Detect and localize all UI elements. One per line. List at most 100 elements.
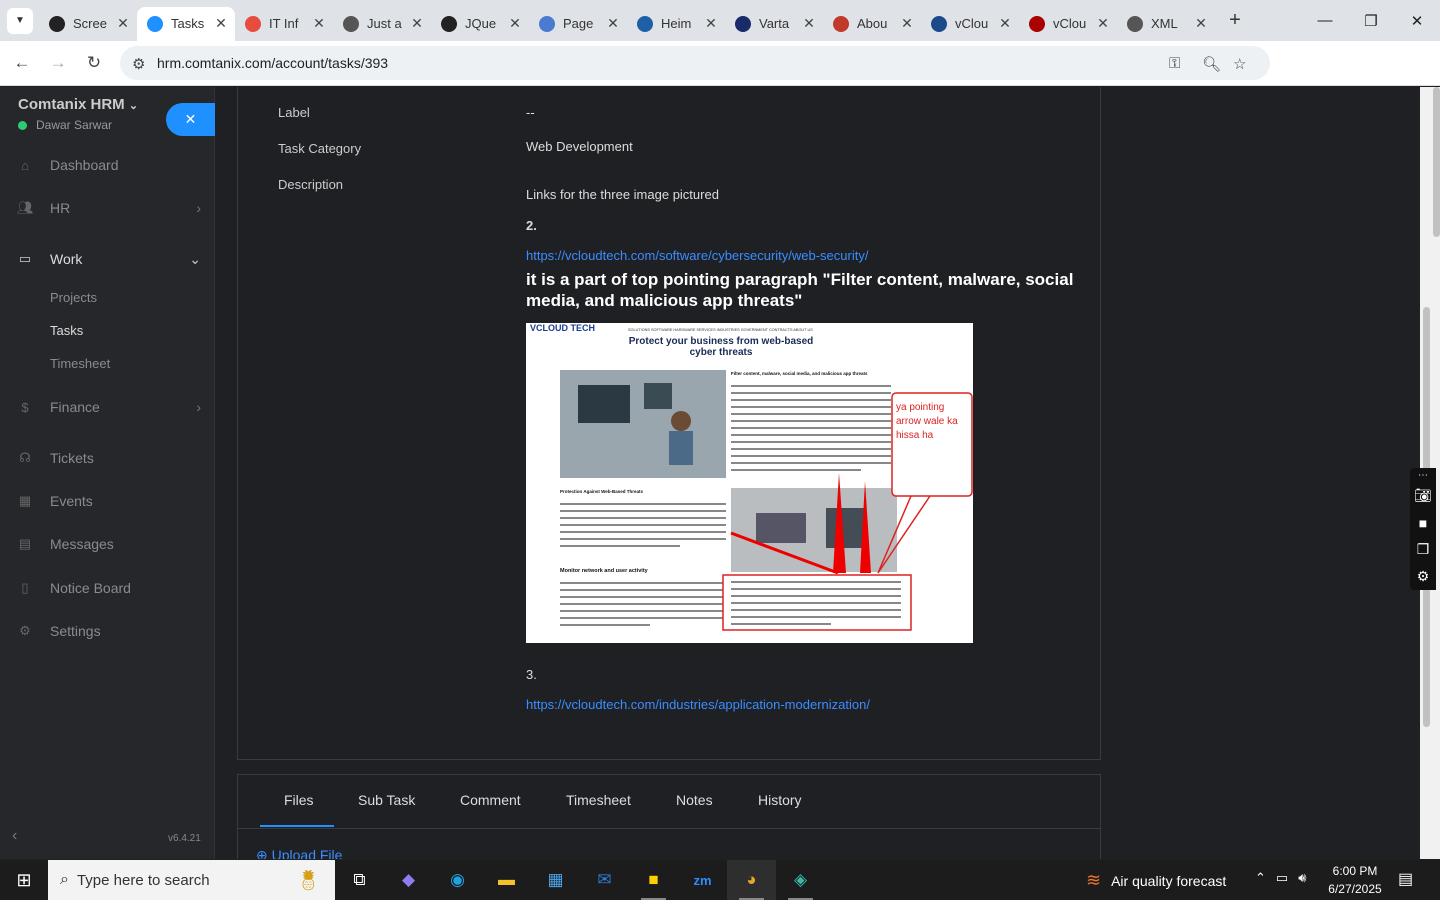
minimize-button[interactable]: — (1302, 0, 1348, 41)
browser-tab[interactable]: XML ✕ (1117, 7, 1215, 41)
close-window-button[interactable]: ✕ (1394, 0, 1440, 41)
new-tab-button[interactable]: + (1223, 9, 1247, 32)
close-tab-icon[interactable]: ✕ (1193, 15, 1209, 32)
close-tab-icon[interactable]: ✕ (507, 15, 523, 32)
close-tab-icon[interactable]: ✕ (311, 15, 327, 32)
close-tab-icon[interactable]: ✕ (899, 15, 915, 32)
varta-icon (735, 15, 751, 32)
close-tab-icon[interactable]: ✕ (115, 15, 131, 32)
forward-icon[interactable]: → (40, 53, 76, 73)
chrome-icon[interactable]: ◕ (727, 860, 776, 900)
sidebar-item-settings[interactable]: ⚙ Settings (0, 616, 215, 646)
browser-tab-title: Just a (367, 16, 402, 31)
omnibox[interactable]: ⚙ hrm.comtanix.com/account/tasks/393 ⚿ 🔍… (120, 46, 1270, 80)
browser-tab[interactable]: JQue ✕ (431, 7, 529, 41)
collapse-sidebar-icon[interactable]: ‹ (12, 827, 17, 845)
close-tab-icon[interactable]: ✕ (605, 15, 621, 32)
sidebar-item-tickets[interactable]: ☊ Tickets (0, 443, 215, 473)
back-icon[interactable]: ← (4, 53, 40, 73)
sidebar-subitem-projects[interactable]: Projects (50, 290, 97, 305)
tab-search-dropdown[interactable]: ▼ (7, 7, 33, 34)
video-icon[interactable]: ■ (1410, 509, 1436, 536)
copilot-icon[interactable]: ◆ (384, 860, 433, 900)
volume-icon[interactable]: 🔊︎ (1298, 870, 1306, 886)
sidebar-subitem-tasks[interactable]: Tasks (50, 323, 83, 338)
browser-tab[interactable]: vClou ✕ (1019, 7, 1117, 41)
store-icon[interactable]: ▦ (531, 860, 580, 900)
file-explorer-icon[interactable]: ▬ (482, 860, 531, 900)
sticky-notes-icon[interactable]: ■ (629, 860, 678, 900)
app-icon[interactable]: ◈ (776, 860, 825, 900)
sidebar-item-label: Work (50, 251, 83, 267)
tab-timesheet[interactable]: Timesheet (566, 792, 631, 808)
gear-icon[interactable]: ⚙ (1410, 563, 1436, 590)
tab-files[interactable]: Files (284, 792, 314, 808)
window-icon[interactable]: ❐ (1410, 536, 1436, 563)
tab-history[interactable]: History (758, 792, 802, 808)
browser-tab[interactable]: Just a ✕ (333, 7, 431, 41)
close-tab-icon[interactable]: ✕ (213, 15, 229, 32)
taskbar-clock[interactable]: 6:00 PM 6/27/2025 (1322, 862, 1388, 898)
edge-icon[interactable]: ◉ (433, 860, 482, 900)
browser-tab[interactable]: Scree ✕ (39, 7, 137, 41)
upload-file-link[interactable]: ⊕ Upload File (256, 847, 342, 859)
sidebar-item-label: Finance (50, 399, 100, 415)
browser-tab[interactable]: Varta ✕ (725, 7, 823, 41)
weather-widget[interactable]: ≋ Air quality forecast (1086, 870, 1226, 891)
vcloud-logo: VCLOUD TECH (530, 323, 595, 333)
sidebar-item-work[interactable]: ▭ Work ⌄ (0, 244, 215, 274)
site-info-icon[interactable]: ⚙ (132, 55, 145, 73)
sidebar-item-finance[interactable]: $ Finance › (0, 392, 215, 422)
notification-icon[interactable]: ▤ (1398, 869, 1413, 889)
openai-icon (441, 15, 457, 32)
taskbar-search-box[interactable]: ⌕ Type here to search 🍍︎ (48, 860, 335, 900)
system-tray: ⌃ ▭ 🔊︎ (1255, 870, 1306, 886)
close-tab-icon[interactable]: ✕ (409, 15, 425, 32)
browser-tab-title: Page (563, 16, 594, 31)
browser-tab[interactable]: IT Inf ✕ (235, 7, 333, 41)
task-view-icon[interactable]: ⧉ (335, 860, 384, 900)
sidebar-item-events[interactable]: ▦ Events (0, 486, 215, 516)
close-sidebar-button[interactable]: ✕ (166, 103, 215, 136)
embedded-screenshot[interactable]: VCLOUD TECH SOLUTIONS SOFTWARE HARDWARE … (526, 323, 973, 643)
chevron-down-icon: ⌄ (189, 250, 201, 267)
browser-tab[interactable]: Page ✕ (529, 7, 627, 41)
tab-comment[interactable]: Comment (460, 792, 521, 808)
tab-sub-task[interactable]: Sub Task (358, 792, 415, 808)
close-tab-icon[interactable]: ✕ (703, 15, 719, 32)
sidebar-item-messages[interactable]: ▤ Messages (0, 529, 215, 559)
link-application-modernization[interactable]: https://vcloudtech.com/industries/applic… (526, 697, 870, 712)
pin-icon[interactable]: ⋯ (1410, 468, 1436, 482)
close-tab-icon[interactable]: ✕ (997, 15, 1013, 32)
camera-icon[interactable]: 📷︎ (1410, 482, 1436, 509)
floating-capture-toolbar: ⋯ 📷︎ ■ ❐ ⚙ (1410, 468, 1436, 590)
reload-icon[interactable]: ↻ (76, 53, 112, 73)
browser-tab[interactable]: Heim ✕ (627, 7, 725, 41)
list-number-3: 3. (526, 667, 537, 682)
close-tab-icon[interactable]: ✕ (801, 15, 817, 32)
main-content: Label -- Task Category Web Development D… (216, 87, 1420, 859)
chevron-up-icon[interactable]: ⌃ (1255, 870, 1266, 886)
tab-notes[interactable]: Notes (676, 792, 713, 808)
brand-name[interactable]: Comtanix HRM ⌄ (18, 96, 138, 113)
sidebar-item-notice-board[interactable]: ▯ Notice Board (0, 573, 215, 603)
zoom-icon[interactable]: 🔍︎ (1202, 55, 1221, 73)
password-key-icon[interactable]: ⚿ (1169, 55, 1180, 72)
sidebar-subitem-timesheet[interactable]: Timesheet (50, 356, 110, 371)
bookmark-star-icon[interactable]: ☆ (1233, 55, 1246, 73)
window-scrollbar-thumb[interactable] (1433, 87, 1440, 237)
user-name: Dawar Sarwar (36, 118, 113, 132)
mail-icon[interactable]: ✉ (580, 860, 629, 900)
sidebar-item-dashboard[interactable]: ⌂ Dashboard (0, 150, 215, 180)
sidebar-item-hr[interactable]: 👥︎ HR › (0, 193, 215, 223)
browser-tab[interactable]: Abou ✕ (823, 7, 921, 41)
restore-button[interactable]: ❐ (1348, 0, 1394, 41)
close-tab-icon[interactable]: ✕ (1095, 15, 1111, 32)
link-web-security[interactable]: https://vcloudtech.com/software/cybersec… (526, 248, 868, 263)
browser-tab[interactable]: Tasks ✕ (137, 6, 235, 41)
zoom-app-icon[interactable]: zm (678, 860, 727, 900)
gear-icon: ⚙ (19, 623, 31, 638)
browser-tab[interactable]: vClou ✕ (921, 7, 1019, 41)
network-icon[interactable]: ▭ (1276, 870, 1288, 886)
windows-start-icon[interactable]: ⊞ (0, 860, 48, 900)
